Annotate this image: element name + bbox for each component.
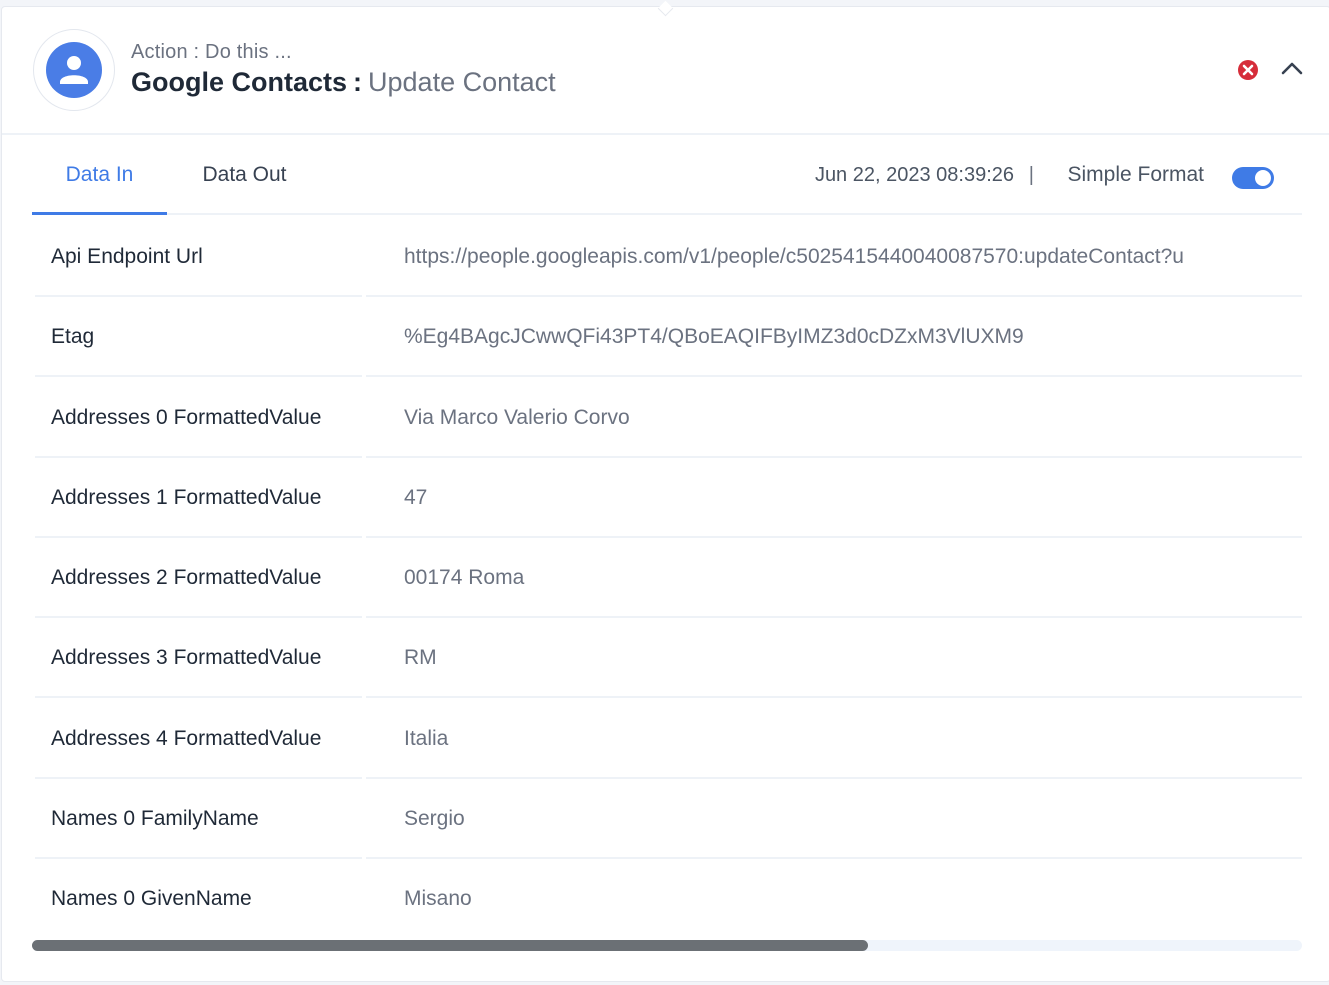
action-card: Action : Do this ... Google Contacts: Upd…	[1, 0, 1329, 982]
field-value-cell: %Eg4BAgcJCwwQFi43PT4/QBoEAQIFByIMZ3d0cDZ…	[366, 297, 1302, 378]
meta-divider: |	[1028, 164, 1034, 186]
tab-bar: Data In Data Out Jun 22, 2023 08:39:26 |…	[32, 135, 1302, 215]
table-row: Addresses 2 FormattedValue 00174 Roma	[35, 538, 1302, 619]
title-separator: :	[353, 67, 363, 97]
field-key: Etag	[51, 325, 95, 349]
field-key: Names 0 GivenName	[51, 887, 252, 911]
field-key: Addresses 1 FormattedValue	[51, 485, 322, 509]
table-row: Names 0 GivenName Misano	[35, 859, 1302, 939]
field-key-cell: Etag	[35, 297, 362, 378]
field-key-cell: Names 0 FamilyName	[35, 779, 362, 860]
scrollbar-thumb[interactable]	[32, 940, 868, 951]
simple-format-label: Simple Format	[1067, 163, 1204, 186]
table-row: Addresses 0 FormattedValue Via Marco Vale…	[35, 378, 1302, 458]
field-value: https://people.googleapis.com/v1/people/…	[404, 245, 1184, 268]
toggle-knob	[1255, 170, 1271, 186]
person-icon	[46, 42, 102, 98]
field-key-cell: Addresses 3 FormattedValue	[35, 618, 362, 699]
field-value: RM	[404, 646, 437, 670]
run-timestamp: Jun 22, 2023 08:39:26	[814, 164, 1014, 186]
field-key: Api Endpoint Url	[51, 245, 203, 268]
chevron-up-icon[interactable]	[1280, 57, 1304, 81]
table-row: Addresses 4 FormattedValue Italia	[35, 699, 1302, 779]
field-value-cell: Via Marco Valerio Corvo	[366, 378, 1302, 458]
header-title: Google Contacts: Update Contact	[131, 67, 556, 98]
horizontal-scrollbar[interactable]	[32, 940, 1302, 951]
field-value: Misano	[404, 887, 472, 911]
field-value-cell: Misano	[366, 859, 1302, 937]
tab-data-out[interactable]: Data Out	[177, 135, 312, 213]
header-subtitle: Action : Do this ...	[131, 41, 292, 63]
field-value: %Eg4BAgcJCwwQFi43PT4/QBoEAQIFByIMZ3d0cDZ…	[404, 325, 1024, 349]
action-name: Update Contact	[368, 67, 556, 97]
field-key-cell: Names 0 GivenName	[35, 859, 362, 937]
field-value-cell: https://people.googleapis.com/v1/people/…	[366, 217, 1302, 297]
field-key-cell: Addresses 2 FormattedValue	[35, 538, 362, 619]
field-key: Names 0 FamilyName	[51, 807, 259, 831]
app-name: Google Contacts	[131, 67, 348, 97]
table-row: Addresses 1 FormattedValue 47	[35, 458, 1302, 538]
table-row: Addresses 3 FormattedValue RM	[35, 618, 1302, 699]
table-row: Api Endpoint Url https://people.googleapi…	[35, 217, 1302, 297]
card-header[interactable]: Action : Do this ... Google Contacts: Upd…	[2, 7, 1329, 135]
field-value: Via Marco Valerio Corvo	[404, 405, 630, 429]
tab-data-in[interactable]: Data In	[32, 135, 167, 215]
field-key: Addresses 4 FormattedValue	[51, 726, 322, 750]
field-key-cell: Addresses 4 FormattedValue	[35, 699, 362, 779]
field-value-cell: 00174 Roma	[366, 538, 1302, 619]
field-value-cell: Italia	[366, 699, 1302, 779]
field-value-cell: Sergio	[366, 779, 1302, 860]
field-key-cell: Addresses 0 FormattedValue	[35, 378, 362, 458]
field-key: Addresses 2 FormattedValue	[51, 566, 322, 590]
field-value-cell: RM	[366, 618, 1302, 699]
table-row: Names 0 FamilyName Sergio	[35, 779, 1302, 860]
close-circle-icon[interactable]	[1237, 59, 1259, 81]
field-value: 00174 Roma	[404, 566, 525, 590]
field-key-cell: Addresses 1 FormattedValue	[35, 458, 362, 538]
field-value: Sergio	[404, 807, 465, 831]
data-table: Api Endpoint Url https://people.googleapi…	[35, 217, 1302, 940]
table-row: Etag %Eg4BAgcJCwwQFi43PT4/QBoEAQIFByIMZ3d…	[35, 297, 1302, 378]
field-value: Italia	[404, 726, 449, 750]
field-key-cell: Api Endpoint Url	[35, 217, 362, 297]
simple-format-toggle[interactable]	[1232, 167, 1274, 189]
app-icon-ring	[33, 29, 115, 111]
field-key: Addresses 3 FormattedValue	[51, 646, 322, 670]
field-value-cell: 47	[366, 458, 1302, 538]
field-value: 47	[404, 485, 428, 509]
field-key: Addresses 0 FormattedValue	[51, 405, 322, 429]
